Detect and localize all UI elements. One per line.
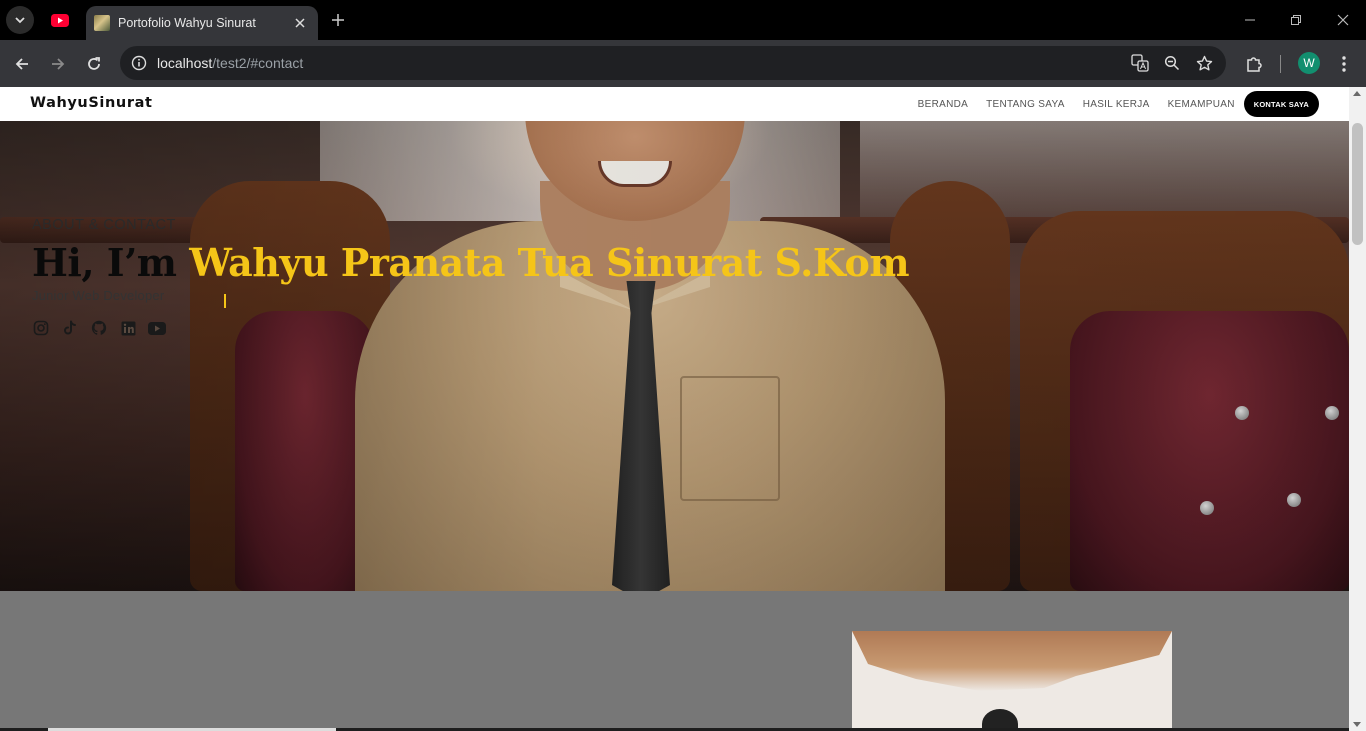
bookmark-button[interactable] (1192, 51, 1216, 75)
kebab-menu-icon (1342, 56, 1346, 72)
hero-headline: Hi, I’m Wahyu Pranata Tua Sinurat S.Kom (32, 239, 910, 287)
active-tab[interactable]: Portofolio Wahyu Sinurat (86, 6, 318, 40)
social-link-github[interactable] (90, 319, 108, 337)
reload-icon (88, 57, 100, 70)
site-logo[interactable]: WahyuSinurat (30, 95, 153, 111)
site-info-button[interactable] (126, 50, 152, 76)
social-link-instagram[interactable] (32, 319, 50, 337)
info-icon (131, 55, 147, 71)
forward-button[interactable] (44, 50, 72, 78)
page-viewport: WahyuSinurat BERANDA TENTANG SAYA HASIL … (0, 87, 1366, 731)
github-icon (91, 320, 107, 335)
scroll-up-arrow-icon[interactable] (1353, 91, 1361, 96)
back-button[interactable] (8, 50, 36, 78)
site-menu: BERANDA TENTANG SAYA HASIL KERJA KEMAMPU… (900, 91, 1319, 117)
plus-icon (332, 14, 344, 26)
minimize-icon (1245, 19, 1255, 21)
typing-caret (224, 294, 226, 308)
close-icon (1337, 14, 1349, 26)
social-links (32, 319, 909, 337)
close-tab-button[interactable] (292, 15, 308, 31)
linkedin-icon (121, 321, 135, 335)
profile-avatar[interactable]: W (1298, 52, 1320, 74)
arrow-left-icon (15, 58, 28, 70)
tab-title: Portofolio Wahyu Sinurat (118, 16, 256, 30)
hero-section: ABOUT & CONTACT Hi, I’m Wahyu Pranata Tu… (0, 121, 1349, 591)
close-window-button[interactable] (1320, 0, 1366, 40)
restore-button[interactable] (1273, 0, 1319, 40)
social-link-linkedin[interactable] (119, 319, 137, 337)
instagram-icon (33, 320, 49, 336)
restore-icon (1291, 15, 1301, 25)
address-url: localhost/test2/#contact (157, 55, 303, 71)
hero-name: Wahyu Pranata Tua Sinurat S.Kom (189, 240, 910, 285)
hero-content: ABOUT & CONTACT Hi, I’m Wahyu Pranata Tu… (32, 217, 910, 337)
new-tab-button[interactable] (328, 10, 348, 30)
social-link-youtube[interactable] (148, 319, 166, 337)
nav-link-beranda[interactable]: BERANDA (918, 99, 968, 110)
extensions-button[interactable] (1240, 50, 1268, 78)
puzzle-icon (1247, 57, 1262, 72)
page-scrollbar[interactable] (1349, 87, 1366, 731)
browser-tab-strip: Portofolio Wahyu Sinurat (0, 0, 1366, 40)
site-navbar: WahyuSinurat BERANDA TENTANG SAYA HASIL … (0, 87, 1349, 121)
hero-eyebrow: ABOUT & CONTACT (32, 217, 176, 233)
browser-toolbar: localhost/test2/#contact W (0, 40, 1366, 87)
pinned-tab-youtube[interactable] (48, 8, 72, 32)
url-path: /test2/#contact (212, 55, 304, 71)
about-profile-photo (852, 631, 1172, 731)
tiktok-icon (64, 320, 76, 335)
minimize-button[interactable] (1227, 0, 1273, 40)
chevron-down-icon (15, 17, 25, 24)
star-icon (1196, 55, 1212, 70)
arrow-right-icon (52, 58, 65, 70)
tab-search-button[interactable] (6, 6, 34, 34)
reload-button[interactable] (80, 50, 108, 78)
hero-role: Junior Web Developer (32, 288, 165, 303)
youtube-icon (51, 13, 69, 27)
contact-cta-button[interactable]: KONTAK SAYA (1243, 91, 1319, 117)
scroll-down-arrow-icon[interactable] (1353, 722, 1361, 727)
scrollbar-thumb[interactable] (1352, 123, 1363, 245)
url-host: localhost (157, 55, 213, 71)
nav-link-tentang-saya[interactable]: TENTANG SAYA (986, 99, 1065, 110)
social-link-tiktok[interactable] (61, 319, 79, 337)
address-bar[interactable]: localhost/test2/#contact (120, 46, 1226, 80)
nav-link-kemampuan[interactable]: KEMAMPUAN (1168, 99, 1235, 110)
zoom-button[interactable] (1160, 51, 1184, 75)
toolbar-divider (1280, 55, 1281, 73)
nav-link-hasil-kerja[interactable]: HASIL KERJA (1083, 99, 1150, 110)
translate-button[interactable] (1128, 51, 1152, 75)
close-icon (295, 18, 305, 28)
youtube-icon (148, 321, 166, 335)
hero-greeting: Hi, I’m (32, 240, 190, 285)
translate-icon (1131, 54, 1149, 72)
zoom-out-icon (1164, 55, 1180, 71)
browser-menu-button[interactable] (1330, 50, 1358, 78)
favicon-icon (94, 15, 110, 31)
